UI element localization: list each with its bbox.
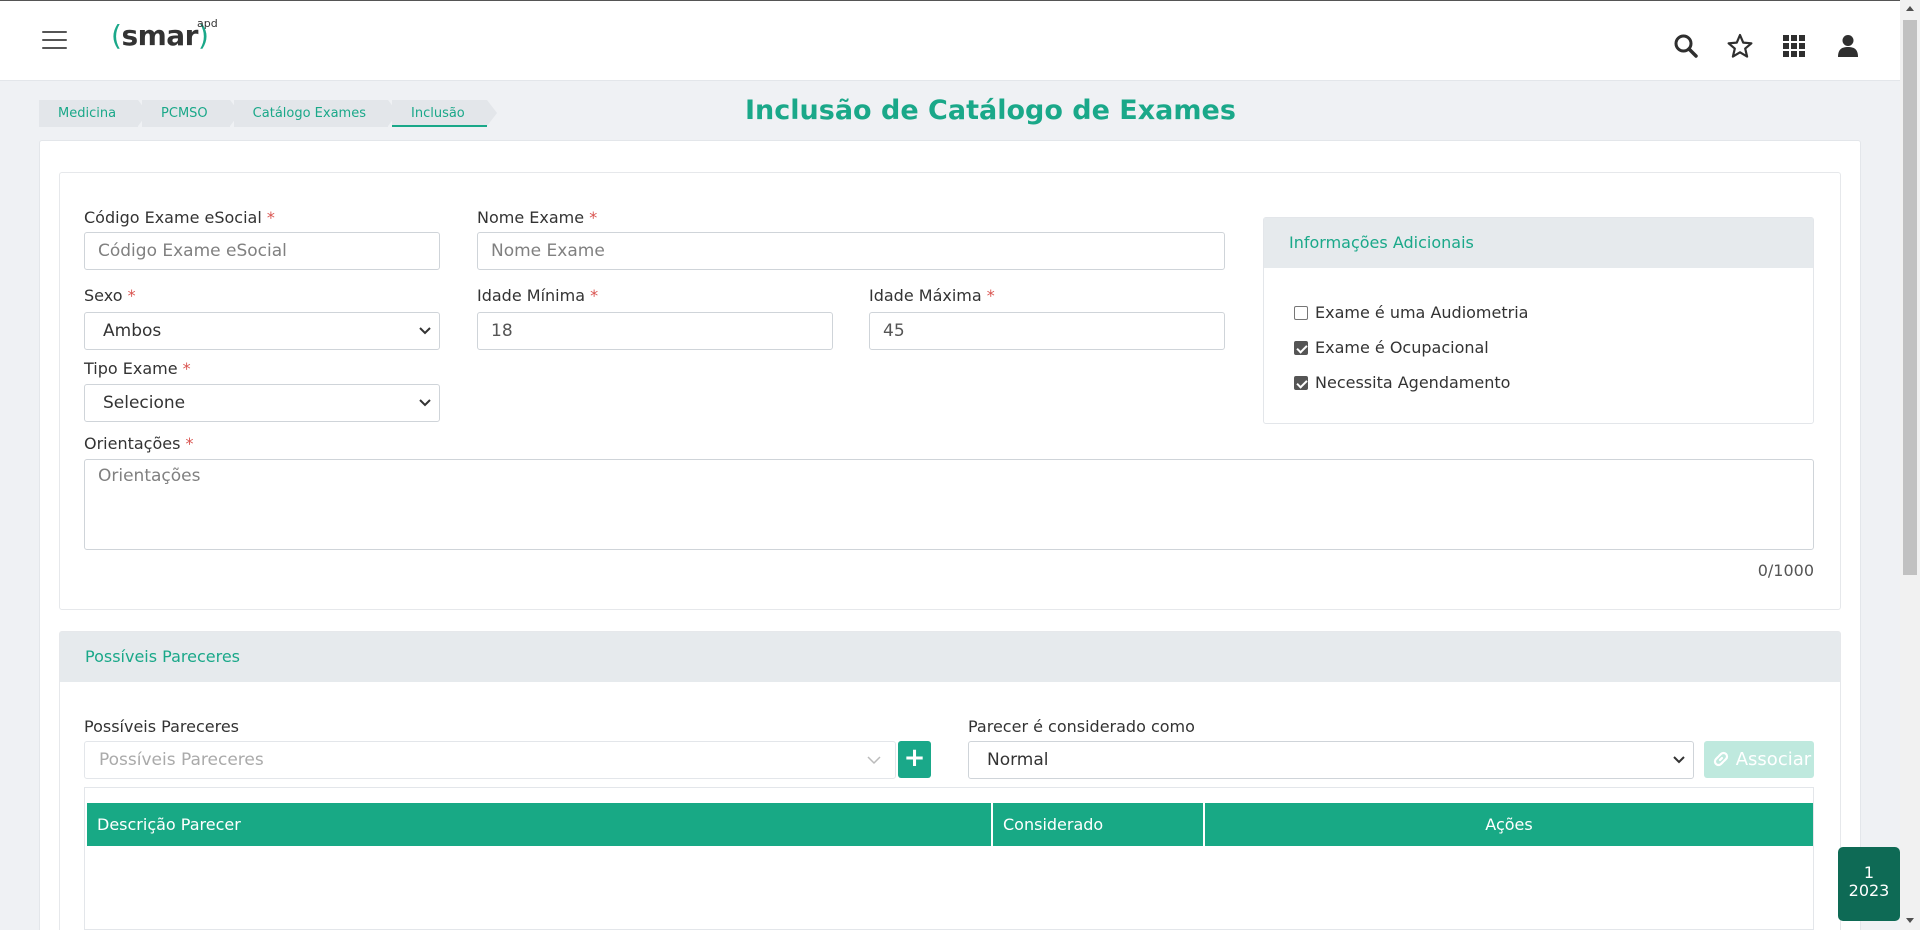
nome-exame-input[interactable]: Nome Exame [477,232,1225,270]
scroll-up-arrow-icon[interactable] [1906,6,1914,11]
audiometria-checkbox[interactable] [1294,305,1308,320]
scrollbar[interactable] [1900,0,1920,930]
ocupacional-label: Exame é Ocupacional [1315,338,1489,357]
chevron-down-icon [419,399,431,407]
pareceres-section-title: Possíveis Pareceres [60,632,1840,682]
logo[interactable]: (smar) apd [111,17,218,52]
idade-maxima-label: Idade Máxima * [869,286,995,305]
apps-grid-icon[interactable] [1781,33,1807,59]
badge-line-2: 2023 [1848,881,1890,900]
menu-icon[interactable] [42,31,67,49]
page-title: Inclusão de Catálogo de Exames [745,95,1236,126]
search-icon[interactable] [1673,33,1699,59]
sexo-label: Sexo * [84,286,136,305]
breadcrumb-item-inclusao[interactable]: Inclusão [392,100,497,127]
ocupacional-checkbox-row[interactable]: Exame é Ocupacional [1294,338,1489,357]
breadcrumb-item-medicina[interactable]: Medicina [39,100,149,127]
badge-line-1: 1 [1863,863,1875,882]
column-header-descricao[interactable]: Descrição Parecer [87,803,993,846]
link-icon [1713,751,1729,767]
considerado-label: Parecer é considerado como [968,717,1195,736]
idade-maxima-input[interactable]: 45 [869,312,1225,350]
year-badge[interactable]: 1 2023 [1838,847,1900,921]
considerado-select[interactable]: Normal [968,741,1694,779]
associar-label: Associar [1735,749,1812,770]
column-header-acoes: Ações [1485,815,1533,834]
scroll-down-arrow-icon[interactable] [1906,918,1914,923]
tipo-exame-label: Tipo Exame * [84,359,191,378]
logo-suffix: apd [197,17,218,30]
breadcrumb-item-catalogo-exames[interactable]: Catálogo Exames [233,100,399,127]
orientacoes-textarea[interactable]: Orientações [84,459,1814,550]
possiveis-pareceres-placeholder: Possíveis Pareceres [99,750,264,770]
sexo-select[interactable]: Ambos [84,312,440,350]
nome-exame-label: Nome Exame * [477,208,598,227]
codigo-exame-input[interactable]: Código Exame eSocial [84,232,440,270]
possiveis-pareceres-combobox[interactable]: Possíveis Pareceres [84,741,896,779]
chevron-down-icon [419,327,431,335]
ocupacional-checkbox[interactable] [1294,340,1308,355]
associar-button[interactable]: Associar [1704,741,1814,778]
column-header-considerado[interactable]: Considerado [993,803,1205,846]
top-bar: (smar) apd [0,0,1900,81]
star-icon[interactable] [1727,33,1753,59]
considerado-value: Normal [987,750,1049,770]
idade-minima-label: Idade Mínima * [477,286,599,305]
pareceres-table: Descrição Parecer Considerado Ações [84,787,1814,930]
tipo-exame-value: Selecione [103,393,186,413]
scroll-thumb[interactable] [1903,20,1917,575]
idade-minima-input[interactable]: 18 [477,312,833,350]
chevron-down-icon [867,756,881,765]
agendamento-label: Necessita Agendamento [1315,373,1511,392]
audiometria-label: Exame é uma Audiometria [1315,303,1529,322]
possiveis-pareceres-label: Possíveis Pareceres [84,717,240,736]
sexo-value: Ambos [103,321,162,341]
orientacoes-label: Orientações * [84,434,194,453]
logo-text: smar [121,19,198,52]
audiometria-checkbox-row[interactable]: Exame é uma Audiometria [1294,303,1528,322]
chevron-down-icon [1673,756,1685,764]
agendamento-checkbox[interactable] [1294,375,1308,390]
informacoes-adicionais-panel: Informações Adicionais Exame é uma Audio… [1263,217,1814,424]
table-header-row: Descrição Parecer Considerado Ações [87,803,1813,846]
breadcrumb: Medicina PCMSO Catálogo Exames Inclusão [39,100,497,127]
char-counter: 0/1000 [1757,561,1814,580]
agendamento-checkbox-row[interactable]: Necessita Agendamento [1294,373,1510,392]
breadcrumb-item-pcmso[interactable]: PCMSO [142,100,240,127]
tipo-exame-select[interactable]: Selecione [84,384,440,422]
codigo-exame-label: Código Exame eSocial * [84,208,275,227]
informacoes-adicionais-title: Informações Adicionais [1264,218,1813,268]
add-parecer-button[interactable]: + [898,741,931,778]
user-icon[interactable] [1835,33,1861,59]
